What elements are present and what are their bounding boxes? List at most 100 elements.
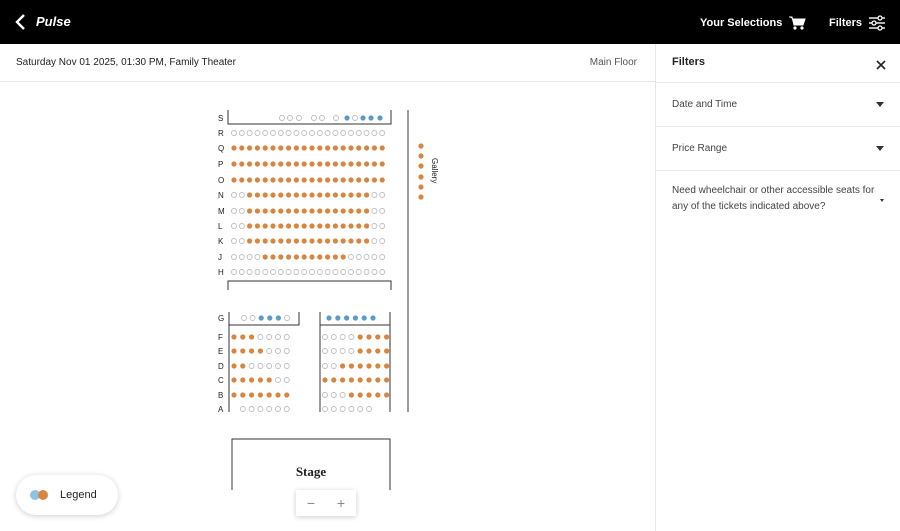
- seat-available[interactable]: [384, 348, 390, 354]
- seat-available[interactable]: [270, 238, 276, 244]
- seat-available[interactable]: [325, 177, 331, 183]
- seat-available[interactable]: [247, 177, 253, 183]
- seat-available[interactable]: [340, 161, 346, 167]
- seat-available[interactable]: [357, 377, 363, 383]
- seat-available[interactable]: [371, 161, 377, 167]
- seat-available[interactable]: [270, 192, 276, 198]
- seat-available[interactable]: [286, 208, 292, 214]
- seat-available[interactable]: [257, 348, 263, 354]
- seat-available[interactable]: [249, 377, 255, 383]
- seat-available[interactable]: [384, 377, 390, 383]
- seat-available[interactable]: [240, 392, 246, 398]
- seat-available[interactable]: [278, 161, 284, 167]
- seat-available[interactable]: [286, 177, 292, 183]
- seat-available[interactable]: [375, 363, 381, 369]
- your-selections-button[interactable]: Your Selections: [700, 13, 807, 33]
- seat-available[interactable]: [284, 392, 290, 398]
- seat-accessible[interactable]: [370, 315, 376, 321]
- seat-available[interactable]: [240, 334, 246, 340]
- seat-available[interactable]: [356, 161, 362, 167]
- seat-available[interactable]: [418, 184, 424, 190]
- seat-accessible[interactable]: [275, 315, 281, 321]
- seat-available[interactable]: [239, 145, 245, 151]
- seat-available[interactable]: [231, 363, 237, 369]
- seat-available[interactable]: [240, 348, 246, 354]
- seat-available[interactable]: [384, 392, 390, 398]
- seat-available[interactable]: [357, 392, 363, 398]
- seat-available[interactable]: [357, 363, 363, 369]
- seat-accessible[interactable]: [360, 115, 366, 121]
- seat-available[interactable]: [286, 161, 292, 167]
- seat-available[interactable]: [239, 177, 245, 183]
- seat-available[interactable]: [348, 223, 354, 229]
- seat-available[interactable]: [270, 145, 276, 151]
- seat-available[interactable]: [325, 238, 331, 244]
- seat-available[interactable]: [331, 377, 337, 383]
- seat-available[interactable]: [340, 192, 346, 198]
- seat-available[interactable]: [418, 153, 424, 159]
- seat-available[interactable]: [254, 145, 260, 151]
- seat-available[interactable]: [270, 254, 276, 260]
- seat-available[interactable]: [286, 145, 292, 151]
- seat-available[interactable]: [325, 254, 331, 260]
- seat-available[interactable]: [278, 223, 284, 229]
- seat-available[interactable]: [293, 145, 299, 151]
- seat-available[interactable]: [309, 254, 315, 260]
- seat-available[interactable]: [317, 238, 323, 244]
- seat-available[interactable]: [309, 177, 315, 183]
- seat-available[interactable]: [301, 177, 307, 183]
- legend-button[interactable]: Legend: [16, 475, 118, 515]
- seat-available[interactable]: [309, 161, 315, 167]
- seat-available[interactable]: [293, 208, 299, 214]
- seat-available[interactable]: [309, 238, 315, 244]
- seat-available[interactable]: [301, 238, 307, 244]
- seat-available[interactable]: [375, 392, 381, 398]
- seat-available[interactable]: [286, 192, 292, 198]
- close-icon[interactable]: [874, 58, 888, 72]
- seat-available[interactable]: [249, 348, 255, 354]
- seat-available[interactable]: [356, 145, 362, 151]
- seat-available[interactable]: [384, 334, 390, 340]
- seat-accessible[interactable]: [352, 315, 358, 321]
- seat-available[interactable]: [301, 161, 307, 167]
- seat-accessible[interactable]: [258, 315, 264, 321]
- seat-available[interactable]: [247, 192, 253, 198]
- seat-available[interactable]: [364, 208, 370, 214]
- seat-available[interactable]: [301, 192, 307, 198]
- seat-available[interactable]: [357, 348, 363, 354]
- seat-available[interactable]: [379, 145, 385, 151]
- seat-accessible[interactable]: [326, 315, 332, 321]
- seat-available[interactable]: [266, 377, 272, 383]
- seat-available[interactable]: [262, 177, 268, 183]
- seat-accessible[interactable]: [344, 115, 350, 121]
- seat-available[interactable]: [340, 223, 346, 229]
- seat-available[interactable]: [293, 192, 299, 198]
- seat-available[interactable]: [247, 161, 253, 167]
- seat-available[interactable]: [356, 208, 362, 214]
- seat-available[interactable]: [325, 223, 331, 229]
- seat-available[interactable]: [356, 177, 362, 183]
- seat-available[interactable]: [366, 363, 372, 369]
- seat-available[interactable]: [364, 145, 370, 151]
- seat-available[interactable]: [317, 177, 323, 183]
- seat-available[interactable]: [257, 392, 263, 398]
- seat-available[interactable]: [309, 208, 315, 214]
- seat-available[interactable]: [356, 238, 362, 244]
- seat-available[interactable]: [340, 377, 346, 383]
- seat-available[interactable]: [286, 254, 292, 260]
- seat-available[interactable]: [366, 334, 372, 340]
- seat-available[interactable]: [364, 177, 370, 183]
- seat-available[interactable]: [247, 238, 253, 244]
- seat-available[interactable]: [317, 254, 323, 260]
- seat-available[interactable]: [332, 161, 338, 167]
- seat-available[interactable]: [240, 377, 246, 383]
- seat-available[interactable]: [418, 174, 424, 180]
- seat-available[interactable]: [366, 392, 372, 398]
- filter-accessible-seats[interactable]: Need wheelchair or other accessible seat…: [656, 170, 900, 228]
- seat-available[interactable]: [254, 223, 260, 229]
- seat-available[interactable]: [254, 238, 260, 244]
- seat-available[interactable]: [249, 392, 255, 398]
- zoom-out-button[interactable]: −: [307, 495, 315, 511]
- seat-available[interactable]: [231, 145, 237, 151]
- seat-available[interactable]: [340, 363, 346, 369]
